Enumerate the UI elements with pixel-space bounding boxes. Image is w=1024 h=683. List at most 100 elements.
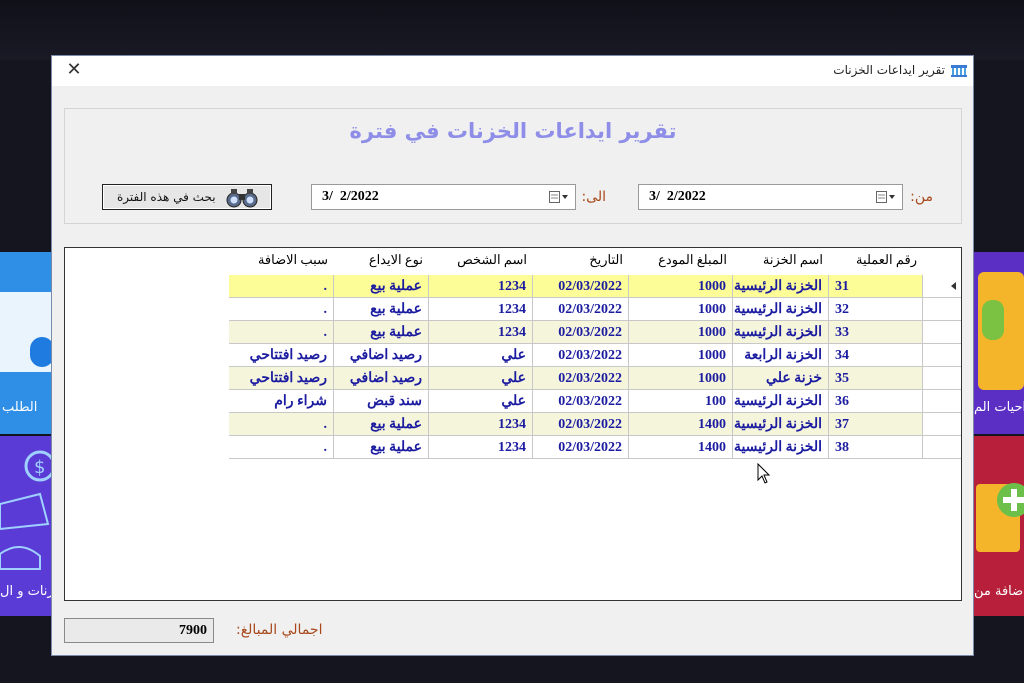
table-cell-person[interactable]: 1234 bbox=[429, 298, 533, 321]
table-cell-safe[interactable]: الخزنة الرئيسية bbox=[733, 321, 829, 344]
table-cell-id[interactable]: 31 bbox=[829, 275, 923, 298]
table-cell-safe[interactable]: الخزنة الرئيسية bbox=[733, 275, 829, 298]
column-header[interactable]: اسم الخزنة bbox=[733, 248, 829, 272]
calendar-dropdown-icon[interactable] bbox=[876, 190, 896, 204]
table-cell-type[interactable]: رصيد اضافي bbox=[334, 367, 429, 390]
title-bar[interactable]: ✕ تقرير ايداعات الخزنات bbox=[52, 56, 973, 86]
table-cell-person[interactable]: 1234 bbox=[429, 321, 533, 344]
add-icon bbox=[997, 483, 1024, 517]
table-cell-date[interactable]: 02/03/2022 bbox=[533, 413, 629, 436]
table-cell-reason[interactable]: . bbox=[229, 413, 334, 436]
table-cell-safe[interactable]: خزنة علي bbox=[733, 367, 829, 390]
table-cell-person[interactable]: 1234 bbox=[429, 413, 533, 436]
deposits-grid[interactable]: رقم العملية اسم الخزنة المبلغ المودع الت… bbox=[64, 247, 962, 601]
desktop-tile-left-top[interactable]: الطلب bbox=[0, 252, 51, 434]
table-cell-reason[interactable]: رصيد افتتاحي bbox=[229, 344, 334, 367]
table-cell-id[interactable]: 36 bbox=[829, 390, 923, 413]
app-icon bbox=[951, 65, 967, 77]
table-cell-date[interactable]: 02/03/2022 bbox=[533, 298, 629, 321]
column-header[interactable]: رقم العملية bbox=[829, 248, 923, 272]
table-cell-type[interactable]: عملية بيع bbox=[334, 436, 429, 459]
table-row[interactable]: 36 الخزنة الرئيسية 100 02/03/2022 علي سند قبض… bbox=[229, 390, 923, 413]
column-header[interactable]: نوع الايداع bbox=[334, 248, 429, 272]
table-cell-reason[interactable]: رصيد افتتاحي bbox=[229, 367, 334, 390]
table-cell-id[interactable]: 32 bbox=[829, 298, 923, 321]
table-cell-person[interactable]: علي bbox=[429, 344, 533, 367]
table-cell-type[interactable]: عملية بيع bbox=[334, 298, 429, 321]
row-header[interactable] bbox=[923, 390, 961, 413]
table-cell-date[interactable]: 02/03/2022 bbox=[533, 344, 629, 367]
table-cell-reason[interactable]: . bbox=[229, 436, 334, 459]
current-row-arrow-icon bbox=[951, 282, 956, 290]
table-cell-reason[interactable]: . bbox=[229, 298, 334, 321]
table-row[interactable]: 35 خزنة علي 1000 02/03/2022 علي رصيد اضافي رصي… bbox=[229, 367, 923, 390]
desktop-tile-left-bottom[interactable]: $ زنات و ال bbox=[0, 436, 51, 616]
table-cell-date[interactable]: 02/03/2022 bbox=[533, 436, 629, 459]
table-cell-type[interactable]: رصيد اضافي bbox=[334, 344, 429, 367]
row-header[interactable] bbox=[923, 367, 961, 390]
table-cell-safe[interactable]: الخزنة الرابعة bbox=[733, 344, 829, 367]
table-cell-safe[interactable]: الخزنة الرئيسية bbox=[733, 436, 829, 459]
tile-label: اضافة من bbox=[974, 584, 1024, 599]
window-title: تقرير ايداعات الخزنات bbox=[833, 63, 945, 77]
table-cell-safe[interactable]: الخزنة الرئيسية bbox=[733, 390, 829, 413]
table-cell-type[interactable]: عملية بيع bbox=[334, 275, 429, 298]
table-cell-date[interactable]: 02/03/2022 bbox=[533, 367, 629, 390]
row-header[interactable] bbox=[923, 275, 961, 298]
table-cell-person[interactable]: علي bbox=[429, 390, 533, 413]
table-cell-type[interactable]: عملية بيع bbox=[334, 321, 429, 344]
row-header[interactable] bbox=[923, 436, 961, 459]
desktop-background bbox=[0, 0, 1024, 60]
table-cell-date[interactable]: 02/03/2022 bbox=[533, 275, 629, 298]
table-cell-amount[interactable]: 1000 bbox=[629, 275, 733, 298]
row-header[interactable] bbox=[923, 298, 961, 321]
table-cell-id[interactable]: 33 bbox=[829, 321, 923, 344]
svg-text:$: $ bbox=[34, 457, 45, 478]
column-header[interactable]: اسم الشخص bbox=[429, 248, 533, 272]
search-period-button[interactable]: بحث في هذه الفترة bbox=[102, 184, 272, 210]
table-row[interactable]: 31 الخزنة الرئيسية 1000 02/03/2022 1234 عملية… bbox=[229, 275, 923, 298]
table-cell-safe[interactable]: الخزنة الرئيسية bbox=[733, 298, 829, 321]
table-row[interactable]: 38 الخزنة الرئيسية 1400 02/03/2022 1234 عملية… bbox=[229, 436, 923, 459]
table-cell-person[interactable]: 1234 bbox=[429, 436, 533, 459]
table-cell-amount[interactable]: 1400 bbox=[629, 436, 733, 459]
to-date-picker[interactable]: 3/ 2/2022 bbox=[311, 184, 576, 210]
column-header[interactable]: سبب الاضافة bbox=[229, 248, 334, 272]
calendar-dropdown-icon[interactable] bbox=[549, 190, 569, 204]
table-cell-type[interactable]: سند قبض bbox=[334, 390, 429, 413]
table-cell-safe[interactable]: الخزنة الرئيسية bbox=[733, 413, 829, 436]
column-header[interactable]: المبلغ المودع bbox=[629, 248, 733, 272]
table-cell-date[interactable]: 02/03/2022 bbox=[533, 390, 629, 413]
table-cell-amount[interactable]: 1000 bbox=[629, 321, 733, 344]
table-cell-amount[interactable]: 1400 bbox=[629, 413, 733, 436]
from-date-picker[interactable]: 3/ 2/2022 bbox=[638, 184, 903, 210]
table-row[interactable]: 37 الخزنة الرئيسية 1400 02/03/2022 1234 عملية… bbox=[229, 413, 923, 436]
row-header[interactable] bbox=[923, 413, 961, 436]
table-cell-type[interactable]: عملية بيع bbox=[334, 413, 429, 436]
table-cell-reason[interactable]: . bbox=[229, 321, 334, 344]
row-header[interactable] bbox=[923, 321, 961, 344]
row-header[interactable] bbox=[923, 344, 961, 367]
table-row[interactable]: 33 الخزنة الرئيسية 1000 02/03/2022 1234 عملية… bbox=[229, 321, 923, 344]
report-window: ✕ تقرير ايداعات الخزنات تقرير ايداعات ال… bbox=[51, 55, 974, 656]
table-cell-amount[interactable]: 1000 bbox=[629, 298, 733, 321]
column-header[interactable]: التاريخ bbox=[533, 248, 629, 272]
table-cell-amount[interactable]: 100 bbox=[629, 390, 733, 413]
table-cell-person[interactable]: 1234 bbox=[429, 275, 533, 298]
table-cell-date[interactable]: 02/03/2022 bbox=[533, 321, 629, 344]
close-button[interactable]: ✕ bbox=[64, 60, 84, 80]
table-cell-reason[interactable]: . bbox=[229, 275, 334, 298]
binoculars-icon bbox=[226, 189, 258, 208]
table-cell-reason[interactable]: شراء رام bbox=[229, 390, 334, 413]
table-cell-amount[interactable]: 1000 bbox=[629, 344, 733, 367]
table-cell-id[interactable]: 35 bbox=[829, 367, 923, 390]
table-cell-id[interactable]: 38 bbox=[829, 436, 923, 459]
desktop-tile-right-bottom[interactable]: اضافة من bbox=[974, 436, 1024, 616]
table-cell-amount[interactable]: 1000 bbox=[629, 367, 733, 390]
table-row[interactable]: 32 الخزنة الرئيسية 1000 02/03/2022 1234 عملية… bbox=[229, 298, 923, 321]
table-row[interactable]: 34 الخزنة الرابعة 1000 02/03/2022 علي رصيد اض… bbox=[229, 344, 923, 367]
desktop-tile-right-top[interactable]: احيات الم bbox=[974, 252, 1024, 434]
table-cell-id[interactable]: 34 bbox=[829, 344, 923, 367]
table-cell-person[interactable]: علي bbox=[429, 367, 533, 390]
table-cell-id[interactable]: 37 bbox=[829, 413, 923, 436]
